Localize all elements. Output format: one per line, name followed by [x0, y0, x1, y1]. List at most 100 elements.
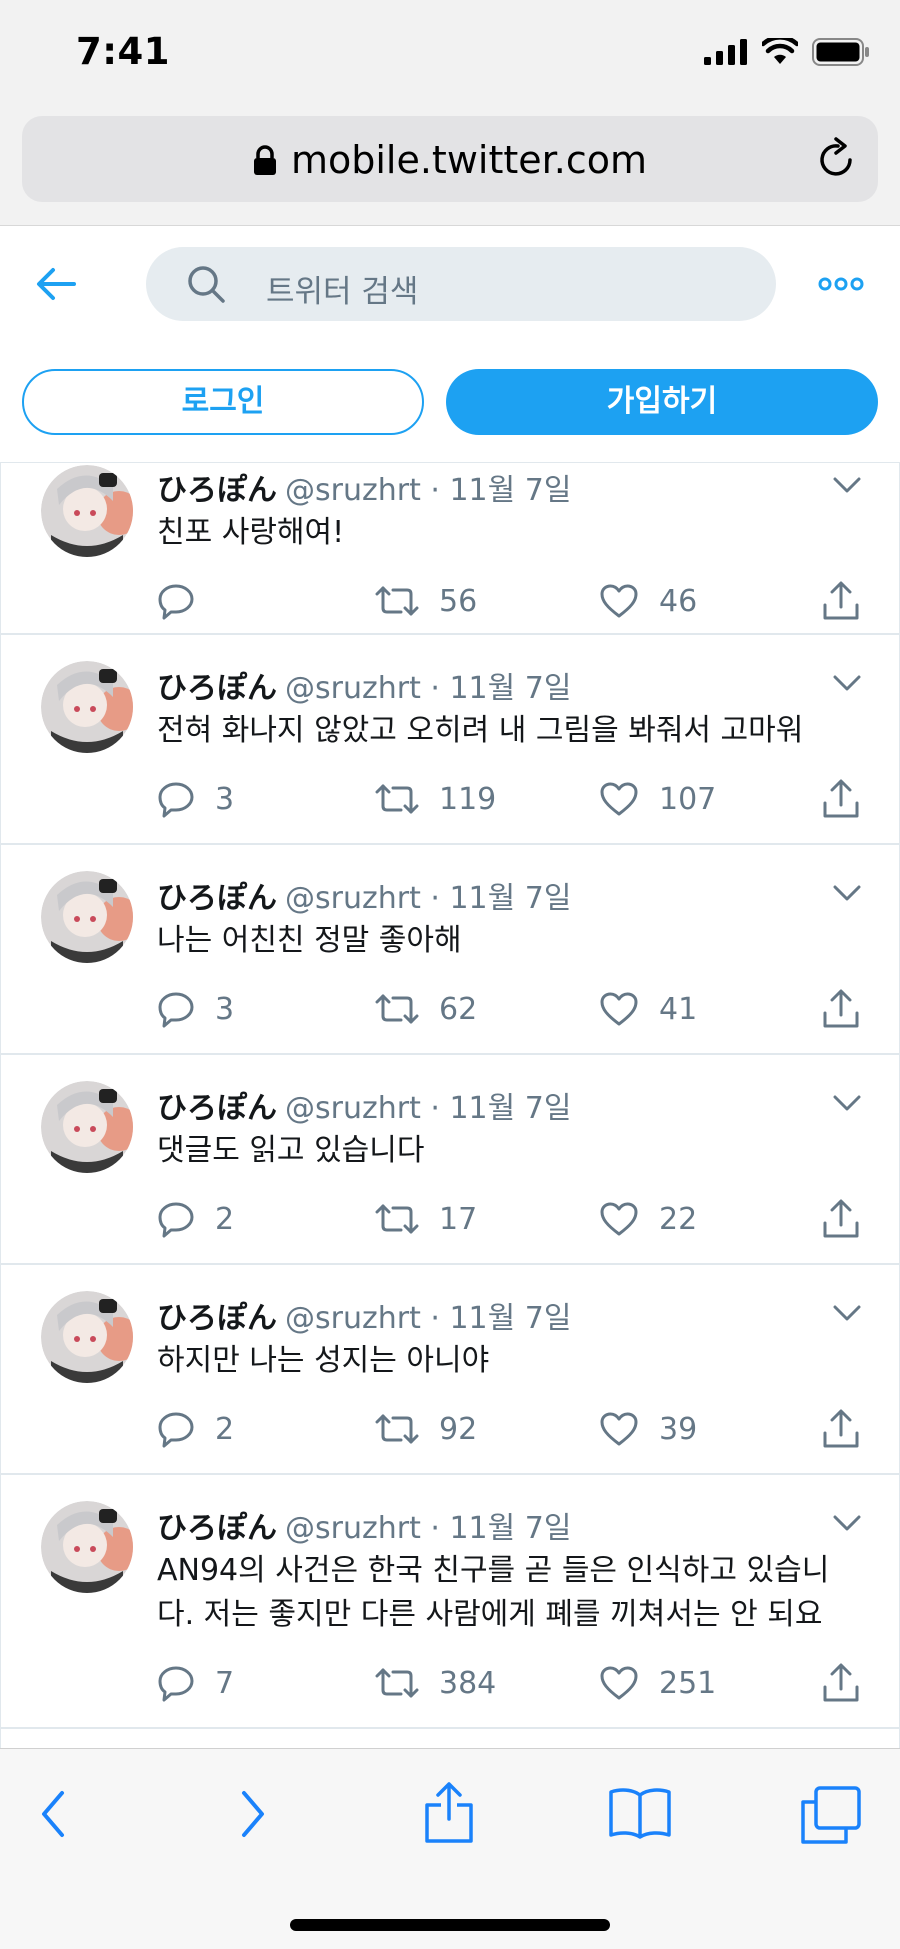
share-icon	[823, 1409, 859, 1448]
tweet-text: 친포 사랑해여!	[157, 511, 869, 555]
reply-count: 2	[215, 1201, 235, 1237]
chevron-down-icon[interactable]	[833, 1305, 861, 1321]
chevron-down-icon[interactable]	[833, 1095, 861, 1111]
share-button[interactable]	[821, 579, 861, 623]
tweet-text: 나는 어친친 정말 좋아해	[157, 919, 869, 963]
reply-button[interactable]: 3	[157, 777, 234, 821]
tweet-text-line: AN94의 사건은 한국 친구를 곧 들은 인식하고 있습니	[157, 1553, 830, 1588]
tweet[interactable]: ひろぽん @sruzhrt · 11월 7일 친포 사랑해여! 56 46	[1, 463, 899, 635]
wifi-icon	[762, 38, 798, 64]
search-icon	[188, 266, 225, 303]
reply-count: 7	[215, 1665, 235, 1701]
tweet-author-name[interactable]: ひろぽん	[157, 881, 277, 916]
tweet[interactable]: ひろぽん @sruzhrt · 11월 7일 AN94의 사건은 한국 친구를 곧…	[1, 1475, 899, 1729]
share-button[interactable]	[821, 987, 861, 1031]
tweet[interactable]: ひろぽん @sruzhrt · 11월 7일 댓글도 읽고 있습니다 2 17 2…	[1, 1055, 899, 1265]
reply-icon	[158, 1666, 194, 1702]
bookmarks-icon[interactable]	[608, 1787, 672, 1839]
tweet[interactable]: ひろぽん @sruzhrt · 11월 7일 나는 어친친 정말 좋아해 3 62…	[1, 845, 899, 1055]
tweet-author-name[interactable]: ひろぽん	[157, 671, 277, 706]
retweet-button[interactable]: 92	[375, 1407, 477, 1451]
search-input[interactable]: 트위터 검색	[146, 247, 776, 321]
chevron-down-icon[interactable]	[833, 477, 861, 493]
avatar[interactable]	[41, 465, 133, 557]
tweet-handle-date: @sruzhrt · 11월 7일	[285, 473, 572, 508]
reply-icon	[158, 1412, 194, 1448]
chevron-down-icon[interactable]	[833, 1515, 861, 1531]
avatar[interactable]	[41, 871, 133, 963]
back-arrow-icon[interactable]	[36, 267, 76, 301]
tweet-author-name[interactable]: ひろぽん	[157, 473, 277, 508]
tweet-author-name[interactable]: ひろぽん	[157, 1511, 277, 1546]
tweet-text: 전혀 화나지 않았고 오히려 내 그림을 봐줘서 고마워	[157, 709, 869, 753]
avatar[interactable]	[41, 1501, 133, 1593]
status-icons	[704, 38, 870, 66]
like-button[interactable]: 41	[599, 987, 697, 1031]
tweet-text: 하지만 나는 성지는 아니야	[157, 1339, 869, 1383]
tweet-text-line: 다. 저는 좋지만 다른 사람에게 폐를 끼쳐서는 안 되요	[157, 1597, 823, 1632]
like-count: 22	[659, 1201, 698, 1237]
reply-button[interactable]	[157, 579, 215, 623]
avatar[interactable]	[41, 1291, 133, 1383]
lock-icon	[253, 145, 276, 175]
share-button[interactable]	[821, 1197, 861, 1241]
share-icon	[823, 1199, 859, 1238]
browser-forward-icon[interactable]	[238, 1789, 268, 1839]
like-button[interactable]: 39	[599, 1407, 697, 1451]
avatar[interactable]	[41, 1081, 133, 1173]
more-dots-icon[interactable]	[818, 277, 864, 291]
reply-button[interactable]: 3	[157, 987, 234, 1031]
heart-icon	[600, 584, 638, 618]
signup-button[interactable]: 가입하기	[446, 369, 878, 435]
like-button[interactable]: 22	[599, 1197, 697, 1241]
login-button[interactable]: 로그인	[22, 369, 424, 435]
like-button[interactable]: 251	[599, 1661, 716, 1705]
browser-toolbar	[0, 1748, 900, 1949]
reply-count: 3	[215, 781, 235, 817]
retweet-button[interactable]: 119	[375, 777, 496, 821]
url-field[interactable]: mobile.twitter.com	[22, 116, 878, 202]
tabs-icon[interactable]	[800, 1785, 862, 1845]
like-count: 39	[659, 1411, 698, 1447]
share-button[interactable]	[821, 1661, 861, 1705]
like-button[interactable]: 46	[599, 579, 697, 623]
tweet-handle-date: @sruzhrt · 11월 7일	[285, 671, 572, 706]
battery-icon	[812, 38, 869, 66]
reply-button[interactable]: 2	[157, 1197, 234, 1241]
reply-button[interactable]: 2	[157, 1407, 234, 1451]
reply-count: 2	[215, 1411, 235, 1447]
reply-icon	[158, 992, 194, 1028]
tweet-text: AN94의 사건은 한국 친구를 곧 들은 인식하고 있습니 다. 저는 좋지만…	[157, 1549, 869, 1637]
retweet-count: 384	[439, 1665, 497, 1701]
retweet-button[interactable]: 384	[375, 1661, 496, 1705]
retweet-count: 119	[439, 781, 497, 817]
tweet-actions: 56 46	[157, 579, 869, 623]
tweet-author-name[interactable]: ひろぽん	[157, 1091, 277, 1126]
heart-icon	[600, 1666, 638, 1700]
browser-share-icon[interactable]	[424, 1781, 474, 1843]
url-text: mobile.twitter.com	[290, 138, 648, 182]
retweet-icon	[375, 784, 419, 814]
retweet-button[interactable]: 17	[375, 1197, 477, 1241]
search-placeholder: 트위터 검색	[266, 274, 419, 310]
browser-back-icon[interactable]	[38, 1789, 68, 1839]
chevron-down-icon[interactable]	[833, 675, 861, 691]
tweet[interactable]: ひろぽん @sruzhrt · 11월 7일 전혀 화나지 않았고 오히려 내 그…	[1, 635, 899, 845]
tweet-author-name[interactable]: ひろぽん	[157, 1301, 277, 1336]
retweet-button[interactable]: 56	[375, 579, 477, 623]
tweet-handle-date: @sruzhrt · 11월 7일	[285, 1511, 572, 1546]
avatar[interactable]	[41, 661, 133, 753]
share-button[interactable]	[821, 777, 861, 821]
tweet-text-line: 전혀 화나지 않았고 오히려 내 그림을 봐줘서 고마워	[157, 713, 804, 748]
tweet-list: ひろぽん @sruzhrt · 11월 7일 친포 사랑해여! 56 46 ひろぽ…	[0, 463, 900, 1748]
like-button[interactable]: 107	[599, 777, 716, 821]
share-button[interactable]	[821, 1407, 861, 1451]
retweet-button[interactable]: 62	[375, 987, 477, 1031]
reply-button[interactable]: 7	[157, 1661, 234, 1705]
chevron-down-icon[interactable]	[833, 885, 861, 901]
tweet[interactable]: ひろぽん @sruzhrt · 11월 7일 하지만 나는 성지는 아니야 2 9…	[1, 1265, 899, 1475]
tweet-header: ひろぽん @sruzhrt · 11월 7일	[157, 465, 571, 509]
like-count: 41	[659, 991, 698, 1027]
reload-icon[interactable]	[816, 136, 858, 180]
home-indicator[interactable]	[290, 1919, 610, 1931]
